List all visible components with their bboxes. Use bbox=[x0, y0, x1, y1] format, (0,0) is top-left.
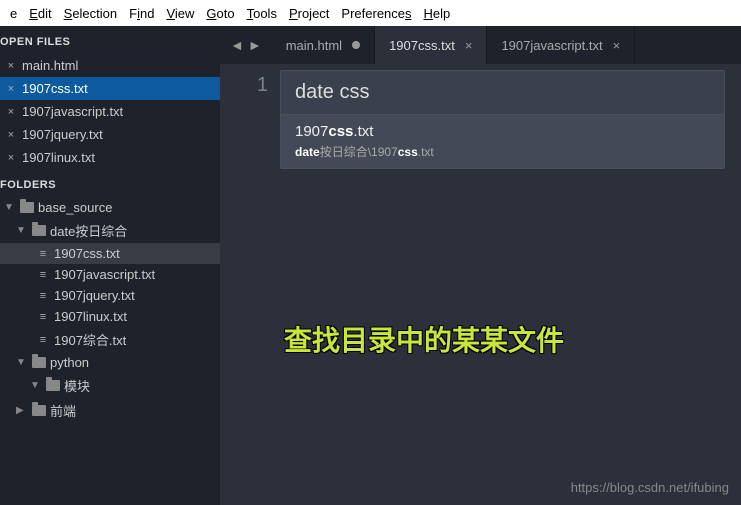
file-label: 1907linux.txt bbox=[22, 150, 95, 165]
folder-date[interactable]: ▼ date按日综合 bbox=[0, 218, 220, 243]
file-label: 1907综合.txt bbox=[54, 330, 126, 349]
folders-header: FOLDERS bbox=[0, 169, 220, 197]
goto-anything-overlay: date css 1907css.txt date按日综合\1907css.tx… bbox=[280, 70, 725, 169]
tree-file[interactable]: ≡ 1907jquery.txt bbox=[0, 285, 220, 306]
dirty-dot-icon bbox=[352, 41, 360, 49]
close-icon[interactable]: × bbox=[6, 107, 16, 117]
folder-frontend[interactable]: ▶ 前端 bbox=[0, 398, 220, 423]
watermark: https://blog.csdn.net/ifubing bbox=[571, 480, 729, 495]
open-file-item[interactable]: × 1907jquery.txt bbox=[0, 123, 220, 146]
nav-next-icon[interactable]: ► bbox=[248, 37, 262, 53]
menu-goto[interactable]: Goto bbox=[200, 4, 240, 23]
close-icon[interactable]: × bbox=[6, 153, 16, 163]
chevron-right-icon: ▶ bbox=[16, 405, 28, 416]
tab-label: 1907css.txt bbox=[389, 38, 455, 53]
file-icon: ≡ bbox=[36, 311, 50, 323]
close-icon[interactable]: × bbox=[613, 38, 621, 53]
tree-file[interactable]: ≡ 1907css.txt bbox=[0, 243, 220, 264]
file-label: main.html bbox=[22, 58, 78, 73]
folder-modules[interactable]: ▼ 模块 bbox=[0, 373, 220, 398]
search-result[interactable]: 1907css.txt date按日综合\1907css.txt bbox=[281, 115, 724, 168]
folder-root[interactable]: ▼ base_source bbox=[0, 197, 220, 218]
line-number: 1 bbox=[220, 74, 268, 97]
folder-python[interactable]: ▼ python bbox=[0, 352, 220, 373]
menu-edit[interactable]: Edit bbox=[23, 4, 57, 23]
sidebar: OPEN FILES × main.html × 1907css.txt × 1907ja… bbox=[0, 26, 220, 505]
menu-file[interactable]: e bbox=[4, 4, 23, 23]
open-file-item[interactable]: × 1907linux.txt bbox=[0, 146, 220, 169]
file-label: 1907css.txt bbox=[22, 81, 88, 96]
tab[interactable]: main.html bbox=[272, 26, 375, 64]
menu-help[interactable]: Help bbox=[418, 4, 457, 23]
folder-icon bbox=[32, 357, 46, 368]
gutter: 1 bbox=[220, 64, 276, 505]
menu-selection[interactable]: Selection bbox=[58, 4, 123, 23]
tree-file[interactable]: ≡ 1907linux.txt bbox=[0, 306, 220, 327]
file-label: 1907css.txt bbox=[54, 246, 120, 261]
close-icon[interactable]: × bbox=[6, 84, 16, 94]
menubar: e Edit Selection Find View Goto Tools Pr… bbox=[0, 0, 741, 26]
chevron-down-icon: ▼ bbox=[4, 202, 16, 213]
file-icon: ≡ bbox=[36, 248, 50, 260]
folder-icon bbox=[32, 405, 46, 416]
menu-preferences[interactable]: Preferences bbox=[335, 4, 417, 23]
tab[interactable]: 1907javascript.txt × bbox=[487, 26, 635, 64]
open-files-header: OPEN FILES bbox=[0, 26, 220, 54]
close-icon[interactable]: × bbox=[6, 61, 16, 71]
search-input[interactable]: date css bbox=[281, 71, 724, 115]
editor-area: ◄ ► main.html1907css.txt×1907javascript.… bbox=[220, 26, 741, 505]
open-file-item[interactable]: × 1907javascript.txt bbox=[0, 100, 220, 123]
tree-file[interactable]: ≡ 1907综合.txt bbox=[0, 327, 220, 352]
tabbar: ◄ ► main.html1907css.txt×1907javascript.… bbox=[220, 26, 741, 64]
open-file-item[interactable]: × main.html bbox=[0, 54, 220, 77]
folder-icon bbox=[32, 225, 46, 236]
menu-project[interactable]: Project bbox=[283, 4, 335, 23]
folder-icon bbox=[46, 380, 60, 391]
nav-prev-icon[interactable]: ◄ bbox=[230, 37, 244, 53]
result-path: date按日综合\1907css.txt bbox=[295, 143, 710, 160]
close-icon[interactable]: × bbox=[465, 38, 473, 53]
file-icon: ≡ bbox=[36, 269, 50, 281]
file-label: 1907jquery.txt bbox=[54, 288, 135, 303]
file-label: 1907javascript.txt bbox=[54, 267, 155, 282]
close-icon[interactable]: × bbox=[6, 130, 16, 140]
tab-label: 1907javascript.txt bbox=[501, 38, 602, 53]
open-file-item[interactable]: × 1907css.txt bbox=[0, 77, 220, 100]
menu-view[interactable]: View bbox=[160, 4, 200, 23]
menu-tools[interactable]: Tools bbox=[241, 4, 283, 23]
chevron-right-icon: ▼ bbox=[30, 380, 42, 391]
menu-find[interactable]: Find bbox=[123, 4, 160, 23]
file-label: 1907jquery.txt bbox=[22, 127, 103, 142]
file-label: 1907javascript.txt bbox=[22, 104, 123, 119]
tree-file[interactable]: ≡ 1907javascript.txt bbox=[0, 264, 220, 285]
file-label: 1907linux.txt bbox=[54, 309, 127, 324]
file-icon: ≡ bbox=[36, 334, 50, 346]
tab[interactable]: 1907css.txt × bbox=[375, 26, 487, 64]
chevron-down-icon: ▼ bbox=[16, 357, 28, 368]
annotation-text: 查找目录中的某某文件 bbox=[284, 319, 564, 359]
tab-label: main.html bbox=[286, 38, 342, 53]
file-icon: ≡ bbox=[36, 290, 50, 302]
result-filename: 1907css.txt bbox=[295, 123, 710, 140]
folder-icon bbox=[20, 202, 34, 213]
chevron-down-icon: ▼ bbox=[16, 225, 28, 236]
